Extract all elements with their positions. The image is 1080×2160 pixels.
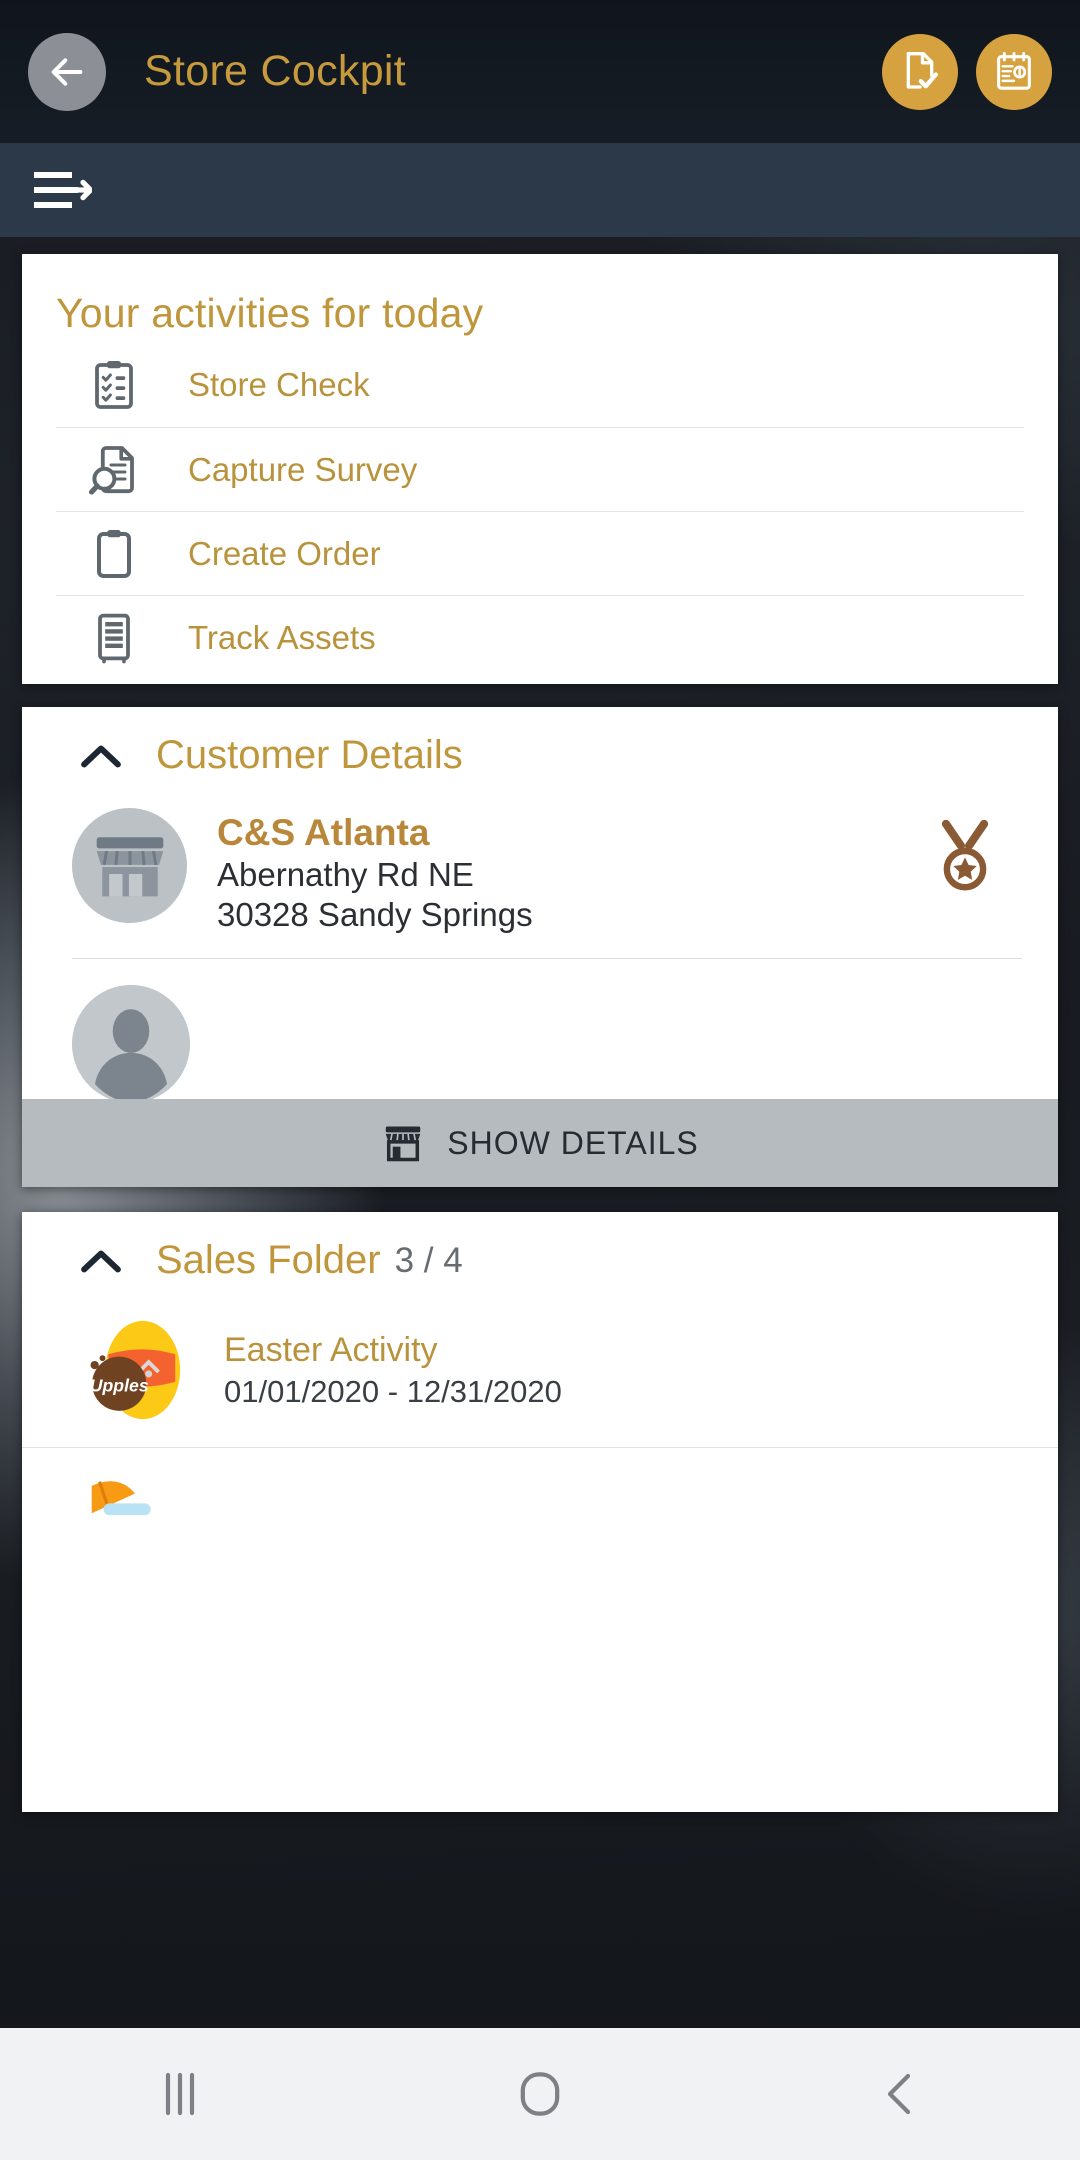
page-title: Store Cockpit bbox=[144, 47, 407, 95]
document-search-icon bbox=[88, 444, 140, 496]
storefront-icon bbox=[96, 836, 163, 896]
show-details-label: SHOW DETAILS bbox=[447, 1124, 699, 1161]
sales-folder-card: Sales Folder 3 / 4 Upples Easter Activit… bbox=[22, 1212, 1058, 1812]
back-button[interactable] bbox=[810, 2028, 990, 2160]
storefront-icon bbox=[381, 1121, 425, 1165]
customer-details-title: Customer Details bbox=[156, 733, 463, 777]
order-clipboard-icon bbox=[997, 51, 1031, 90]
activities-title: Your activities for today bbox=[56, 290, 484, 336]
person-avatar-icon bbox=[72, 985, 190, 1103]
menu-arrow-icon bbox=[34, 172, 94, 208]
sales-folder-item-easter[interactable]: Upples Easter Activity 01/01/2020 - 12/3… bbox=[22, 1293, 1058, 1447]
sales-folder-count: 3 / 4 bbox=[394, 1240, 463, 1280]
activity-item-create-order[interactable]: Create Order bbox=[56, 511, 1024, 595]
customer-summary-row[interactable]: C&S Atlanta Abernathy Rd NE 30328 Sandy … bbox=[22, 788, 1058, 940]
activity-label: Create Order bbox=[188, 534, 381, 572]
sales-folder-item-dates: 01/01/2020 - 12/31/2020 bbox=[224, 1373, 562, 1409]
chevron-up-icon bbox=[78, 741, 124, 771]
show-details-button[interactable]: SHOW DETAILS bbox=[22, 1099, 1058, 1187]
customer-info: C&S Atlanta Abernathy Rd NE 30328 Sandy … bbox=[217, 806, 533, 936]
activity-item-track-assets[interactable]: Track Assets bbox=[56, 595, 1024, 679]
activity-label: Store Check bbox=[188, 366, 370, 403]
home-button[interactable] bbox=[450, 2028, 630, 2160]
sales-folder-item-partial[interactable] bbox=[22, 1447, 1058, 1602]
customer-details-header[interactable]: Customer Details bbox=[22, 707, 1058, 788]
medal-star-icon bbox=[934, 819, 996, 892]
activities-card: Your activities for today Store Check Ca… bbox=[22, 254, 1058, 684]
customer-street: Abernathy Rd NE bbox=[217, 856, 474, 894]
customer-name: C&S Atlanta bbox=[217, 812, 430, 853]
app-bar-actions bbox=[882, 33, 1052, 110]
easter-egg-upples-icon: Upples bbox=[72, 1315, 190, 1425]
sales-folder-item-text: Easter Activity 01/01/2020 - 12/31/2020 bbox=[224, 1328, 562, 1412]
person-avatar bbox=[72, 985, 190, 1103]
system-navigation-bar bbox=[0, 2028, 1080, 2160]
cabinet-icon bbox=[88, 612, 140, 664]
recents-button[interactable] bbox=[90, 2028, 270, 2160]
back-navigation-button[interactable] bbox=[28, 32, 106, 111]
arrow-left-icon bbox=[51, 57, 83, 86]
customer-city: 30328 Sandy Springs bbox=[217, 896, 533, 934]
recents-icon bbox=[165, 2072, 195, 2116]
sales-folder-header[interactable]: Sales Folder 3 / 4 bbox=[22, 1212, 1058, 1293]
chevron-left-icon bbox=[887, 2073, 911, 2115]
clipboard-icon bbox=[88, 528, 140, 580]
document-check-icon bbox=[906, 51, 938, 89]
storefront-avatar bbox=[72, 808, 187, 923]
chevron-up-icon bbox=[78, 1246, 124, 1276]
menu-arrow-button[interactable] bbox=[32, 168, 94, 212]
activity-item-capture-survey[interactable]: Capture Survey bbox=[56, 427, 1024, 511]
checklist-clipboard-icon bbox=[88, 359, 140, 411]
order-clipboard-button[interactable] bbox=[976, 33, 1052, 110]
secondary-toolbar bbox=[0, 143, 1080, 237]
home-icon bbox=[520, 2072, 560, 2116]
sales-folder-item-title: Easter Activity bbox=[224, 1330, 438, 1369]
contact-row[interactable] bbox=[22, 959, 1058, 1103]
store-cockpit-screen: Store Cockpit Your activities for today … bbox=[0, 0, 1080, 2160]
app-bar: Store Cockpit bbox=[0, 0, 1080, 143]
document-check-button[interactable] bbox=[882, 33, 958, 110]
sales-folder-title: Sales Folder bbox=[156, 1238, 381, 1282]
activity-item-store-check[interactable]: Store Check bbox=[56, 343, 1024, 427]
svg-text:Upples: Upples bbox=[90, 1376, 149, 1396]
activity-label: Track Assets bbox=[188, 618, 376, 656]
activity-label: Capture Survey bbox=[188, 450, 418, 488]
scroll-content[interactable]: Your activities for today Store Check Ca… bbox=[0, 237, 1080, 2027]
promo-partial-icon bbox=[72, 1470, 190, 1580]
customer-details-card: Customer Details C&S Atlanta Abernathy R… bbox=[22, 707, 1058, 1187]
